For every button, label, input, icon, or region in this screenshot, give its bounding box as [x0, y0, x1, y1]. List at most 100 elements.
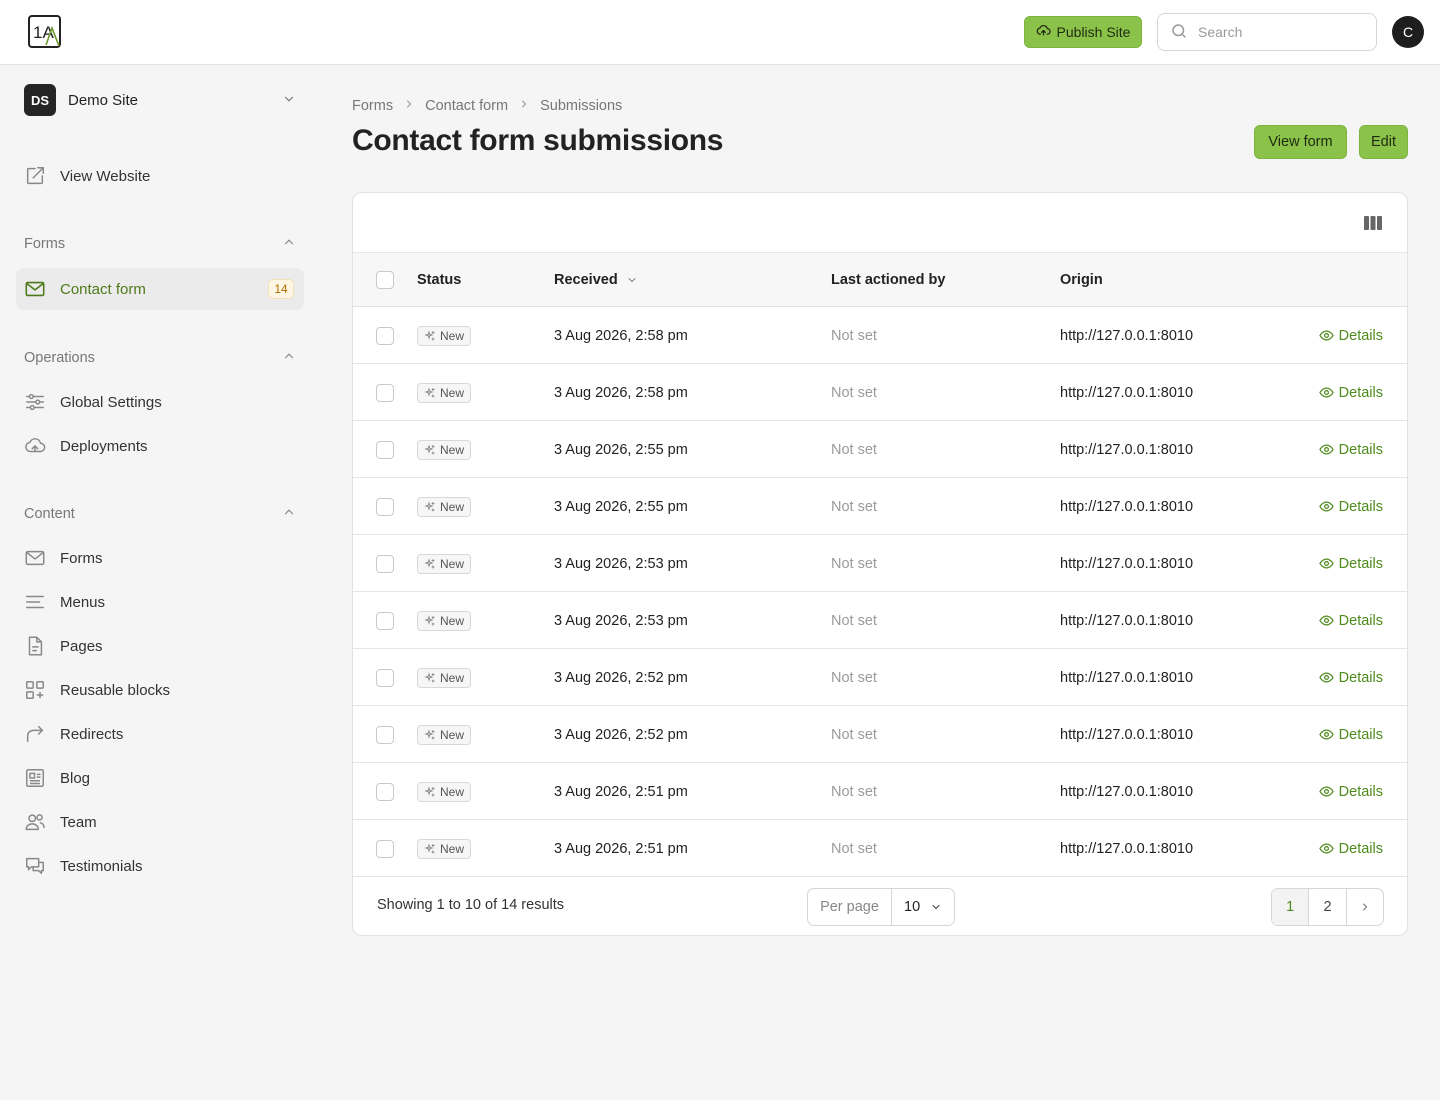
row-checkbox[interactable] — [376, 498, 394, 516]
chevron-right-icon — [1359, 901, 1371, 913]
breadcrumb-contact-form[interactable]: Contact form — [425, 98, 508, 114]
select-all-checkbox[interactable] — [376, 271, 394, 289]
brand-logo[interactable]: 1A — [28, 15, 61, 48]
sparkles-icon — [424, 386, 436, 399]
details-link[interactable]: Details — [1318, 670, 1383, 686]
row-checkbox[interactable] — [376, 840, 394, 858]
group-title: Content — [24, 506, 75, 522]
details-label: Details — [1338, 441, 1383, 458]
breadcrumb-forms[interactable]: Forms — [352, 98, 393, 114]
per-page-value[interactable]: 10 — [892, 889, 954, 925]
group-operations-header[interactable]: Operations — [24, 348, 296, 368]
received-cell: 3 Aug 2026, 2:51 pm — [554, 840, 688, 857]
row-checkbox[interactable] — [376, 612, 394, 630]
table-body: New 3 Aug 2026, 2:58 pm Not set http://127.… — [353, 307, 1407, 877]
status-cell: New — [417, 478, 472, 535]
details-link[interactable]: Details — [1318, 841, 1383, 857]
details-link[interactable]: Details — [1318, 499, 1383, 515]
details-link[interactable]: Details — [1318, 384, 1383, 401]
last-actioned-cell: Not set — [831, 555, 877, 572]
group-content-header[interactable]: Content — [24, 504, 296, 524]
nav-pages[interactable]: Pages — [16, 625, 304, 667]
column-last-actioned: Last actioned by — [831, 272, 946, 288]
per-page-label: Per page — [808, 889, 892, 925]
next-page-button[interactable] — [1347, 889, 1383, 925]
menu-lines-icon — [24, 591, 46, 613]
nav-contact-form[interactable]: Contact form 14 — [16, 268, 304, 310]
details-link[interactable]: Details — [1318, 727, 1383, 743]
status-badge: New — [417, 781, 472, 802]
search-field[interactable] — [1157, 13, 1377, 51]
details-link[interactable]: Details — [1318, 327, 1383, 344]
received-cell: 3 Aug 2026, 2:53 pm — [554, 555, 688, 572]
details-link[interactable]: Details — [1318, 441, 1383, 458]
row-checkbox[interactable] — [376, 669, 394, 687]
table-header: Status Received Last actioned by Origin — [353, 253, 1407, 307]
status-badge: New — [417, 667, 472, 688]
page-title: Contact form submissions — [352, 124, 724, 157]
site-switcher[interactable]: DS Demo Site — [24, 84, 296, 116]
nav-label: Team — [60, 813, 97, 831]
status-badge: New — [417, 838, 472, 859]
nav-forms[interactable]: Forms — [16, 537, 304, 579]
row-checkbox[interactable] — [376, 555, 394, 573]
table-row: New 3 Aug 2026, 2:53 pm Not set http://127.… — [353, 535, 1407, 592]
edit-button[interactable]: Edit — [1359, 125, 1408, 159]
row-checkbox[interactable] — [376, 441, 394, 459]
nav-redirects[interactable]: Redirects — [16, 713, 304, 755]
view-form-button[interactable]: View form — [1254, 125, 1347, 159]
last-actioned-cell: Not set — [831, 327, 877, 344]
details-label: Details — [1338, 327, 1383, 344]
status-cell: New — [417, 592, 472, 649]
search-input[interactable] — [1198, 24, 1358, 40]
page-1-button[interactable]: 1 — [1272, 889, 1310, 925]
sort-chevron-down-icon — [626, 274, 638, 286]
group-forms-header[interactable]: Forms — [24, 234, 296, 254]
column-received[interactable]: Received — [554, 253, 638, 307]
details-cell: Details — [1318, 421, 1383, 478]
row-checkbox[interactable] — [376, 783, 394, 801]
details-link[interactable]: Details — [1318, 613, 1383, 629]
nav-team[interactable]: Team — [16, 801, 304, 843]
blocks-icon — [24, 679, 46, 701]
publish-site-button[interactable]: Publish Site — [1024, 16, 1142, 48]
newspaper-icon — [24, 767, 46, 789]
origin-cell: http://127.0.0.1:8010 — [1060, 669, 1194, 686]
last-actioned-cell: Not set — [831, 498, 877, 515]
eye-icon — [1318, 841, 1334, 856]
row-checkbox[interactable] — [376, 384, 394, 402]
nav-label: Forms — [60, 549, 103, 567]
details-cell: Details — [1318, 307, 1383, 364]
status-cell: New — [417, 820, 472, 877]
nav-deployments[interactable]: Deployments — [16, 425, 304, 467]
details-label: Details — [1338, 384, 1383, 401]
received-cell: 3 Aug 2026, 2:55 pm — [554, 498, 688, 515]
cloud-upload-icon — [1036, 23, 1051, 41]
external-link-icon — [24, 165, 46, 187]
table-toolbar — [353, 193, 1407, 253]
nav-reusable-blocks[interactable]: Reusable blocks — [16, 669, 304, 711]
nav-testimonials[interactable]: Testimonials — [16, 845, 304, 887]
origin-cell: http://127.0.0.1:8010 — [1060, 726, 1194, 743]
nav-blog[interactable]: Blog — [16, 757, 304, 799]
sparkles-icon — [424, 614, 436, 627]
origin-cell: http://127.0.0.1:8010 — [1060, 498, 1194, 515]
per-page-select[interactable]: Per page 10 — [807, 888, 955, 926]
row-checkbox[interactable] — [376, 327, 394, 345]
status-text: New — [440, 556, 465, 571]
row-checkbox[interactable] — [376, 726, 394, 744]
nav-menus[interactable]: Menus — [16, 581, 304, 623]
page-2-button[interactable]: 2 — [1309, 889, 1347, 925]
last-actioned-cell: Not set — [831, 669, 877, 686]
table-row: New 3 Aug 2026, 2:52 pm Not set http://127.… — [353, 706, 1407, 763]
details-link[interactable]: Details — [1318, 556, 1383, 572]
columns-icon[interactable] — [1363, 213, 1383, 233]
user-avatar[interactable]: C — [1392, 16, 1424, 48]
nav-label: Contact form — [60, 280, 146, 298]
status-text: New — [440, 727, 465, 742]
nav-view-website[interactable]: View Website — [16, 155, 304, 197]
details-link[interactable]: Details — [1318, 784, 1383, 800]
results-summary: Showing 1 to 10 of 14 results — [377, 897, 565, 913]
nav-global-settings[interactable]: Global Settings — [16, 381, 304, 423]
column-label: Received — [554, 272, 618, 288]
